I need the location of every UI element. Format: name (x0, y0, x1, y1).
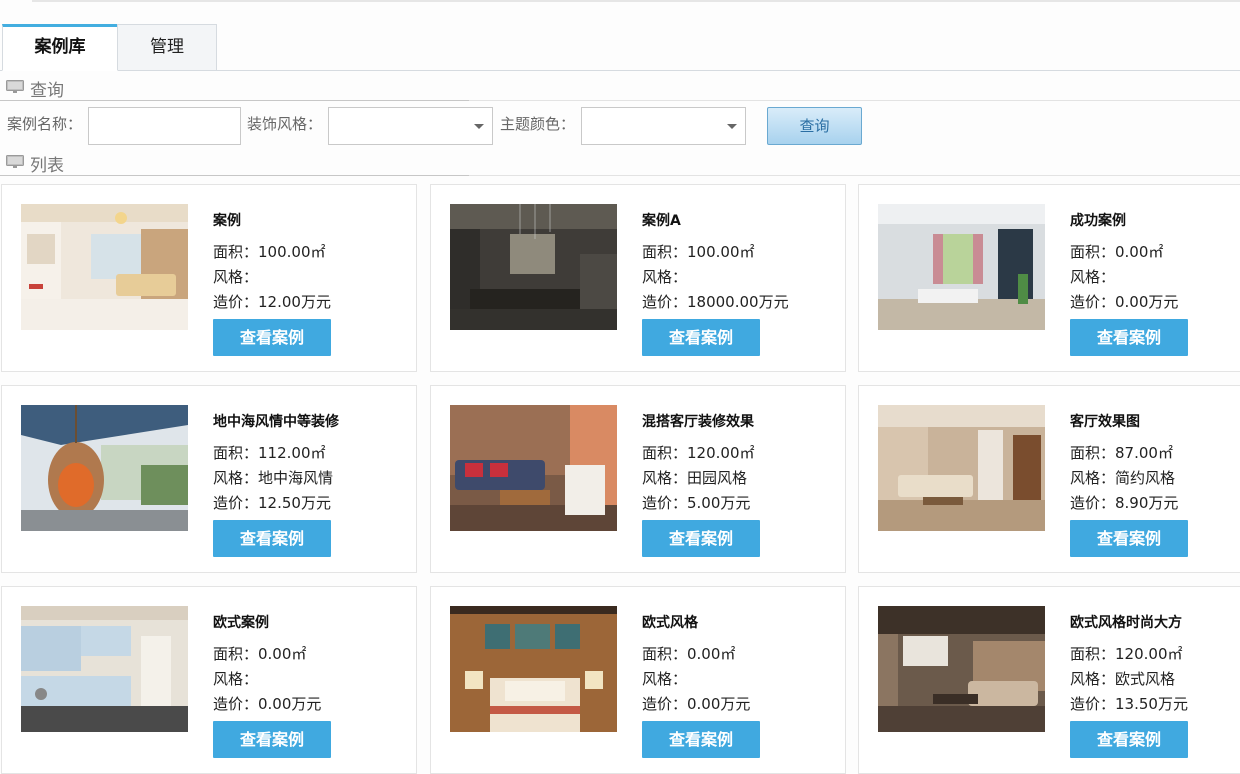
case-price: 造价：0.00万元 (213, 695, 322, 713)
style-label: 装饰风格： (247, 115, 323, 133)
case-price: 造价：13.50万元 (1070, 695, 1188, 713)
case-title: 欧式风格时尚大方 (1070, 615, 1182, 631)
divider (469, 175, 1240, 176)
query-section-header: 查询 (0, 73, 1240, 101)
case-name-label: 案例名称： (7, 115, 83, 133)
search-button[interactable]: 查询 (767, 107, 862, 145)
case-title: 混搭客厅装修效果 (642, 414, 754, 430)
case-style: 风格：田园风格 (642, 469, 748, 487)
case-card: 客厅效果图 面积：87.00㎡ 风格：简约风格 造价：8.90万元 查看案例 (858, 385, 1240, 573)
case-area: 面积：120.00㎡ (642, 444, 755, 462)
case-thumbnail[interactable] (878, 606, 1045, 732)
case-area: 面积：120.00㎡ (1070, 645, 1183, 663)
case-card: 欧式案例 面积：0.00㎡ 风格： 造价：0.00万元 查看案例 (1, 586, 417, 774)
divider (0, 175, 469, 176)
monitor-icon (6, 80, 24, 93)
case-card: 成功案例 面积：0.00㎡ 风格： 造价：0.00万元 查看案例 (858, 184, 1240, 372)
view-case-button[interactable]: 查看案例 (642, 319, 760, 356)
case-area: 面积：100.00㎡ (213, 243, 326, 261)
case-title: 欧式案例 (213, 615, 269, 631)
view-case-button[interactable]: 查看案例 (213, 721, 331, 758)
divider (0, 100, 469, 101)
case-price: 造价：12.50万元 (213, 494, 331, 512)
dropdown-arrow-icon (727, 124, 737, 129)
case-thumbnail[interactable] (450, 606, 617, 732)
case-title: 成功案例 (1070, 213, 1126, 229)
case-title: 案例 (213, 213, 241, 229)
query-section-title: 查询 (30, 81, 64, 101)
case-card: 案例A 面积：100.00㎡ 风格： 造价：18000.00万元 查看案例 (430, 184, 846, 372)
tab-bar: 案例库 管理 (0, 24, 1240, 71)
case-price: 造价：8.90万元 (1070, 494, 1179, 512)
case-title: 地中海风情中等装修 (213, 414, 339, 430)
case-price: 造价：5.00万元 (642, 494, 751, 512)
case-title: 欧式风格 (642, 615, 698, 631)
case-title: 案例A (642, 213, 681, 229)
view-case-button[interactable]: 查看案例 (213, 319, 331, 356)
case-style: 风格： (1070, 268, 1116, 286)
case-thumbnail[interactable] (21, 606, 188, 732)
style-select[interactable] (328, 107, 493, 145)
case-style: 风格： (213, 268, 259, 286)
case-thumbnail[interactable] (450, 204, 617, 330)
case-style: 风格： (642, 670, 688, 688)
tab-manage[interactable]: 管理 (117, 24, 217, 70)
case-thumbnail[interactable] (878, 405, 1045, 531)
case-price: 造价：12.00万元 (213, 293, 331, 311)
view-case-button[interactable]: 查看案例 (642, 520, 760, 557)
search-form: 案例名称： 装饰风格： 主题颜色： 查询 (0, 104, 1240, 148)
view-case-button[interactable]: 查看案例 (642, 721, 760, 758)
view-case-button[interactable]: 查看案例 (213, 520, 331, 557)
case-card: 地中海风情中等装修 面积：112.00㎡ 风格：地中海风情 造价：12.50万元… (1, 385, 417, 573)
case-style: 风格： (642, 268, 688, 286)
case-style: 风格：地中海风情 (213, 469, 334, 487)
view-case-button[interactable]: 查看案例 (1070, 319, 1188, 356)
view-case-button[interactable]: 查看案例 (1070, 721, 1188, 758)
list-section-title: 列表 (30, 156, 64, 176)
case-card: 欧式风格 面积：0.00㎡ 风格： 造价：0.00万元 查看案例 (430, 586, 846, 774)
case-area: 面积：0.00㎡ (213, 645, 307, 663)
tab-case-library[interactable]: 案例库 (2, 24, 118, 71)
case-name-input[interactable] (88, 107, 241, 145)
case-area: 面积：0.00㎡ (1070, 243, 1164, 261)
case-area: 面积：0.00㎡ (642, 645, 736, 663)
case-style: 风格：简约风格 (1070, 469, 1176, 487)
case-thumbnail[interactable] (450, 405, 617, 531)
case-price: 造价：0.00万元 (642, 695, 751, 713)
case-area: 面积：112.00㎡ (213, 444, 326, 462)
case-style: 风格： (213, 670, 259, 688)
case-card: 案例 面积：100.00㎡ 风格： 造价：12.00万元 查看案例 (1, 184, 417, 372)
case-price: 造价：0.00万元 (1070, 293, 1179, 311)
case-area: 面积：100.00㎡ (642, 243, 755, 261)
case-price: 造价：18000.00万元 (642, 293, 789, 311)
case-style: 风格：欧式风格 (1070, 670, 1176, 688)
monitor-icon (6, 155, 24, 168)
case-thumbnail[interactable] (21, 405, 188, 531)
view-case-button[interactable]: 查看案例 (1070, 520, 1188, 557)
divider (469, 100, 1240, 101)
case-card: 混搭客厅装修效果 面积：120.00㎡ 风格：田园风格 造价：5.00万元 查看… (430, 385, 846, 573)
case-area: 面积：87.00㎡ (1070, 444, 1173, 462)
case-thumbnail[interactable] (878, 204, 1045, 330)
case-card: 欧式风格时尚大方 面积：120.00㎡ 风格：欧式风格 造价：13.50万元 查… (858, 586, 1240, 774)
dropdown-arrow-icon (474, 124, 484, 129)
color-select[interactable] (581, 107, 746, 145)
case-title: 客厅效果图 (1070, 414, 1140, 430)
top-divider (32, 0, 1240, 2)
case-thumbnail[interactable] (21, 204, 188, 330)
list-section-header: 列表 (0, 148, 1240, 176)
color-label: 主题颜色： (500, 115, 576, 133)
